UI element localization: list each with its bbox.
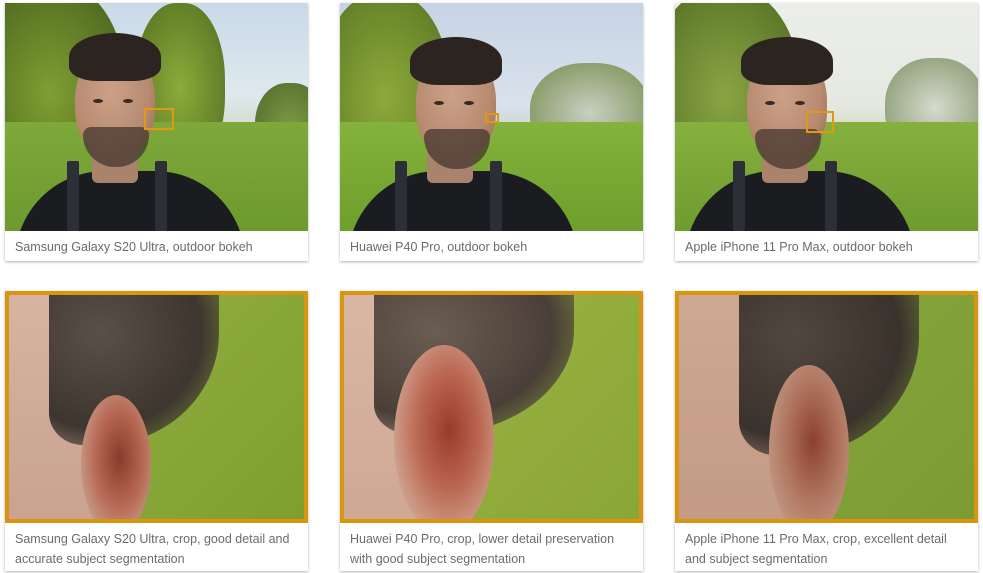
crop-region-marker (485, 113, 499, 123)
photo-card-apple-crop: Apple iPhone 11 Pro Max, crop, excellent… (675, 291, 978, 571)
photo-caption: Huawei P40 Pro, outdoor bokeh (350, 240, 528, 254)
photo-caption: Apple iPhone 11 Pro Max, outdoor bokeh (685, 240, 913, 254)
crop-region-marker (144, 108, 174, 130)
photo-card-apple-outdoor: Apple iPhone 11 Pro Max, outdoor bokeh (675, 3, 978, 261)
photo-caption: Samsung Galaxy S20 Ultra, outdoor bokeh (15, 240, 253, 254)
photo-caption: Apple iPhone 11 Pro Max, crop, excellent… (685, 532, 947, 566)
photo-card-samsung-outdoor: Samsung Galaxy S20 Ultra, outdoor bokeh (5, 3, 308, 261)
photo-caption: Samsung Galaxy S20 Ultra, crop, good det… (15, 532, 290, 566)
huawei-outdoor-photo[interactable] (340, 3, 643, 231)
apple-outdoor-photo[interactable] (675, 3, 978, 231)
photo-caption: Huawei P40 Pro, crop, lower detail prese… (350, 532, 615, 566)
crop-region-marker (806, 111, 834, 133)
photo-card-huawei-crop: Huawei P40 Pro, crop, lower detail prese… (340, 291, 643, 571)
samsung-crop-photo[interactable] (5, 291, 308, 523)
samsung-outdoor-photo[interactable] (5, 3, 308, 231)
apple-crop-photo[interactable] (675, 291, 978, 523)
photo-card-samsung-crop: Samsung Galaxy S20 Ultra, crop, good det… (5, 291, 308, 571)
huawei-crop-photo[interactable] (340, 291, 643, 523)
photo-card-huawei-outdoor: Huawei P40 Pro, outdoor bokeh (340, 3, 643, 261)
